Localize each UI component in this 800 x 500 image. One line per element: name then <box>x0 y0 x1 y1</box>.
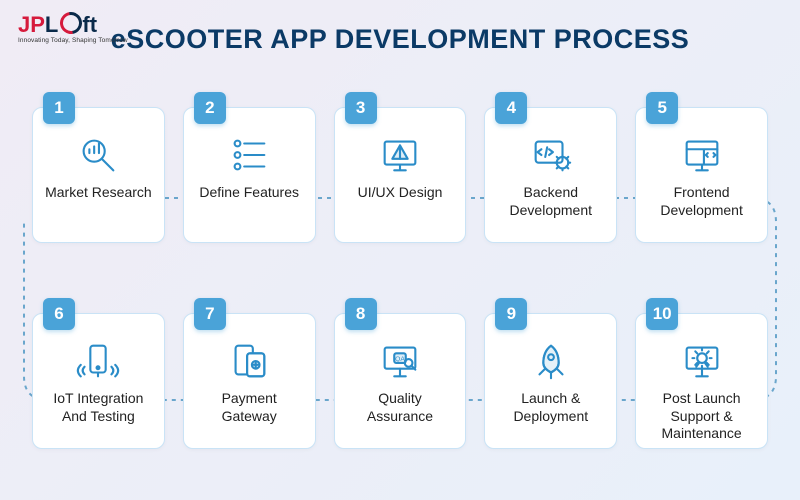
step-payment-gateway: 7 Payment Gateway <box>183 313 316 449</box>
step-launch-deployment: 9 Launch & Deployment <box>484 313 617 449</box>
step-label: IoT Integration And Testing <box>41 390 156 425</box>
step-number: 8 <box>345 298 377 330</box>
process-row-1: 1 Market Research 2 Define Features 3 UI… <box>32 107 768 243</box>
step-number: 9 <box>495 298 527 330</box>
step-label: Backend Development <box>493 184 608 219</box>
step-label: Post Launch Support & Maintenance <box>644 390 759 443</box>
payment-icon <box>226 338 272 384</box>
step-label: Payment Gateway <box>192 390 307 425</box>
step-number: 4 <box>495 92 527 124</box>
step-label: UI/UX Design <box>356 184 445 202</box>
step-label: Market Research <box>43 184 154 202</box>
step-uiux-design: 3 UI/UX Design <box>334 107 467 243</box>
step-number: 3 <box>345 92 377 124</box>
step-label: Quality Assurance <box>343 390 458 425</box>
brand-logo: JP L ft Innovating Today, Shaping Tomorr… <box>18 14 128 45</box>
process-row-2: 6 IoT Integration And Testing 7 Payment … <box>32 313 768 449</box>
brand-ft: ft <box>82 14 97 36</box>
research-icon <box>75 132 121 178</box>
step-market-research: 1 Market Research <box>32 107 165 243</box>
step-number: 5 <box>646 92 678 124</box>
step-number: 6 <box>43 298 75 330</box>
step-label: Launch & Deployment <box>493 390 608 425</box>
step-label: Frontend Development <box>644 184 759 219</box>
step-number: 1 <box>43 92 75 124</box>
launch-icon <box>528 338 574 384</box>
brand-l: L <box>45 14 58 36</box>
step-backend-development: 4 Backend Development <box>484 107 617 243</box>
step-frontend-development: 5 Frontend Development <box>635 107 768 243</box>
step-define-features: 2 Define Features <box>183 107 316 243</box>
features-icon <box>226 132 272 178</box>
step-number: 7 <box>194 298 226 330</box>
design-icon <box>377 132 423 178</box>
step-quality-assurance: 8 QA Quality Assurance <box>334 313 467 449</box>
frontend-icon <box>679 132 725 178</box>
iot-icon <box>75 338 121 384</box>
step-label: Define Features <box>197 184 301 202</box>
backend-icon <box>528 132 574 178</box>
support-icon <box>679 338 725 384</box>
brand-tagline: Innovating Today, Shaping Tomorrow <box>18 38 128 45</box>
step-number: 2 <box>194 92 226 124</box>
step-post-launch-support: 10 Post Launch Support & Maintenance <box>635 313 768 449</box>
page-title: eSCOOTER APP DEVELOPMENT PROCESS <box>24 24 776 55</box>
brand-jp: JP <box>18 14 45 36</box>
step-number: 10 <box>646 298 678 330</box>
step-iot-integration: 6 IoT Integration And Testing <box>32 313 165 449</box>
qa-icon: QA <box>377 338 423 384</box>
